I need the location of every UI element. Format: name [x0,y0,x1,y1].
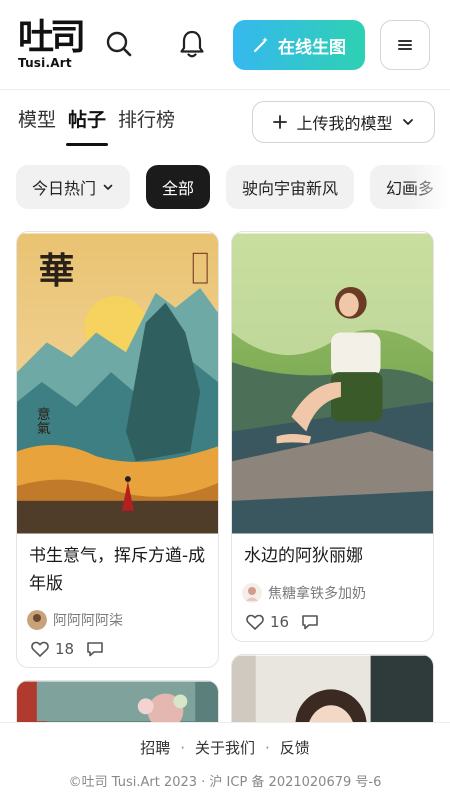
top-header: 吐司 Tusi.Art 在线生图 [0,0,450,90]
page: 吐司 Tusi.Art 在线生图 模型 帖子 排行榜 上传我的模型 今日热门 全… [0,0,450,800]
logo[interactable]: 吐司 Tusi.Art [18,18,90,74]
post-author-name: 焦糖拿铁多加奶 [268,586,366,602]
comment-icon[interactable] [86,641,104,657]
footer-link-feedback[interactable]: 反馈 [280,737,310,758]
filter-chips: 今日热门 全部 驶向宇宙新风 幻画多 [16,165,450,209]
content-tabs: 模型 帖子 排行榜 [16,104,177,146]
post-author[interactable]: 焦糖拿铁多加奶 [242,583,366,603]
post-title[interactable]: 水边的阿狄丽娜 [244,542,423,570]
footer-links: 招聘 · 关于我们 · 反馈 [0,737,450,758]
like-count: 16 [270,613,290,631]
bell-icon [180,30,204,58]
search-icon [106,31,132,57]
footer-link-about[interactable]: 关于我们 [195,737,255,758]
online-generate-label: 在线生图 [278,37,346,58]
footer-separator: · [265,738,270,757]
chips-fade-overlay [410,165,450,209]
footer: 招聘 · 关于我们 · 反馈 ©吐司 Tusi.Art 2023 · 沪 ICP… [0,722,450,800]
like-count: 18 [55,640,75,658]
chip-all[interactable]: 全部 [146,165,211,209]
post-image[interactable]: 華 意氣 [17,232,218,535]
avatar [27,610,47,630]
upload-model-label: 上传我的模型 [296,114,393,133]
chevron-down-icon [103,184,113,190]
notifications-button[interactable] [177,28,207,60]
chevron-down-icon [402,119,413,125]
chip-space-wind[interactable]: 驶向宇宙新风 [226,165,355,209]
post-card[interactable]: 水边的阿狄丽娜 焦糖拿铁多加奶 16 [231,231,434,642]
magic-wand-icon [254,37,268,52]
post-author[interactable]: 阿阿阿阿柒 [27,610,123,630]
chip-today-hot[interactable]: 今日热门 [16,165,131,209]
copyright-text: ©吐司 Tusi.Art 2023 · 沪 ICP 备 2021020679 号… [68,775,382,790]
image-calligraphy-1: 華 [39,251,75,292]
heart-icon[interactable] [31,641,49,657]
footer-separator: · [180,738,185,757]
post-title[interactable]: 书生意气，挥斥方遒-成年版 [29,542,208,598]
tab-ranking[interactable]: 排行榜 [116,104,177,146]
tab-posts[interactable]: 帖子 [66,104,109,146]
post-stats: 18 [31,640,104,658]
post-stats: 16 [246,613,319,631]
chip-today-hot-label: 今日热门 [32,179,97,198]
logo-subtitle: Tusi.Art [18,56,72,70]
heart-icon[interactable] [246,614,264,630]
post-image[interactable] [232,232,433,535]
upload-model-button[interactable]: 上传我的模型 [252,101,435,143]
logo-mark: 吐司 [18,17,86,58]
menu-button[interactable] [380,20,430,70]
post-author-name: 阿阿阿阿柒 [53,613,123,629]
comment-icon[interactable] [301,614,319,630]
image-calligraphy-2: 意氣 [34,406,51,435]
search-button[interactable] [104,28,134,60]
footer-link-jobs[interactable]: 招聘 [140,737,170,758]
avatar [242,583,262,603]
tab-models[interactable]: 模型 [16,104,58,146]
hamburger-icon [398,40,412,50]
plus-icon [273,115,288,129]
online-generate-button[interactable]: 在线生图 [233,20,365,70]
post-card[interactable]: 華 意氣 书生意气，挥斥方遒-成年版 阿阿阿阿柒 18 [16,231,219,668]
